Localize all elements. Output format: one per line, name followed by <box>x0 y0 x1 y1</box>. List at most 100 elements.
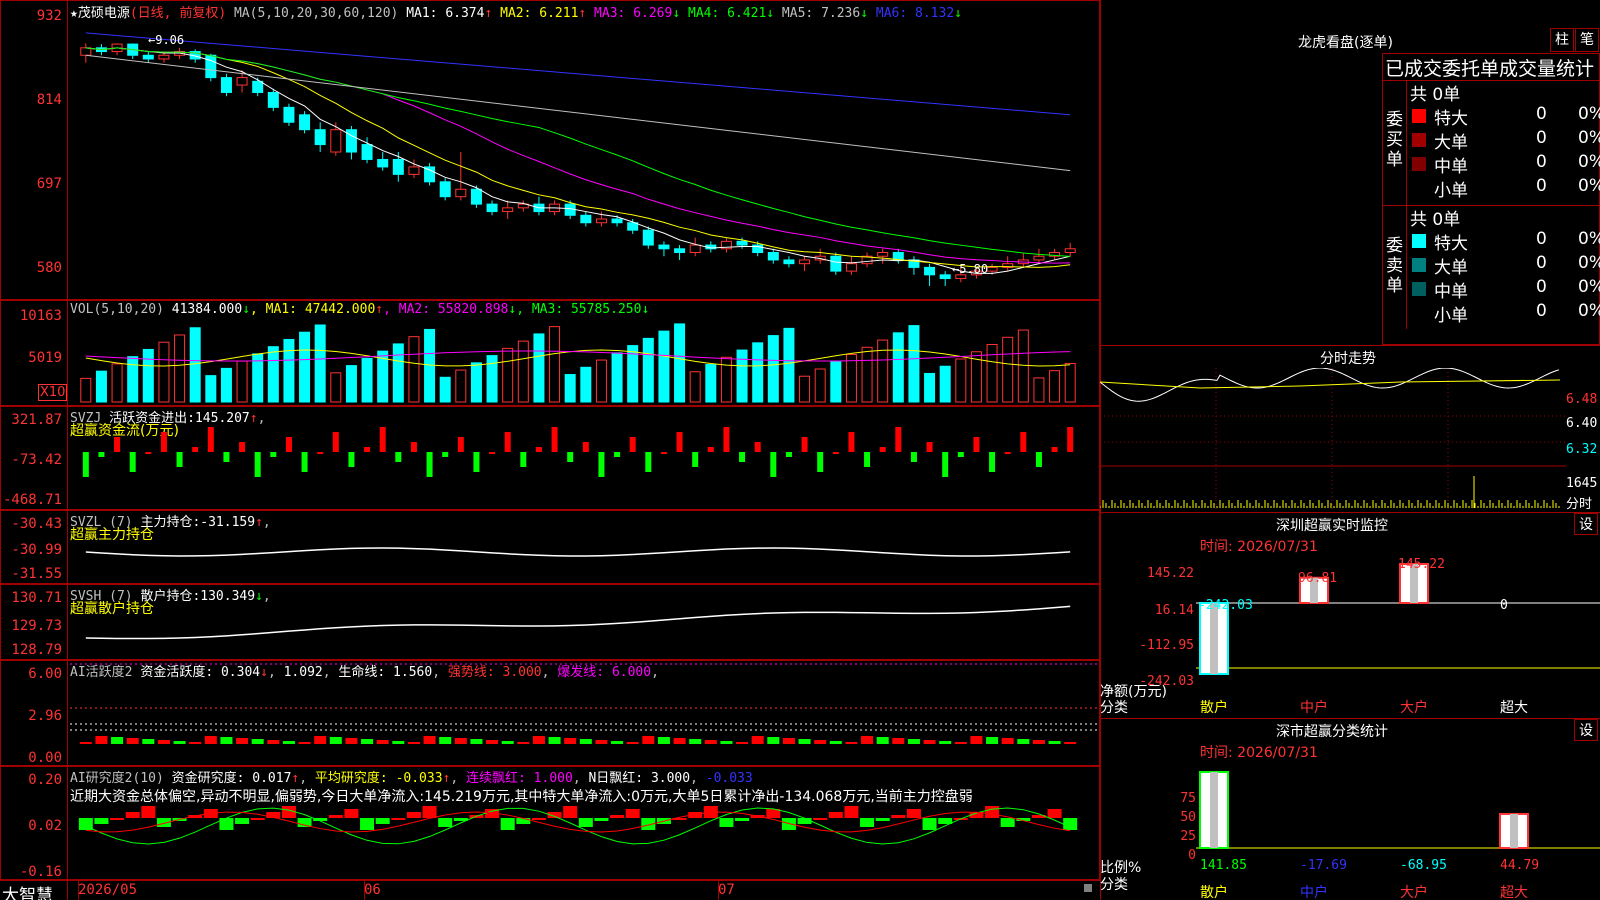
fund-flow-bar <box>520 452 527 467</box>
research-bar <box>375 818 390 824</box>
candle-body <box>299 114 311 131</box>
order-count: 0 <box>1536 152 1547 172</box>
research-bar <box>735 818 750 821</box>
activity-bar <box>579 739 592 744</box>
monitor-settings-button[interactable]: 设 <box>1574 513 1598 535</box>
ai-active-chart[interactable] <box>70 662 1098 764</box>
svzl-y-label: -31.55 <box>11 566 62 582</box>
svsh-y-label: 128.79 <box>11 642 62 658</box>
color-swatch-icon <box>1412 109 1426 123</box>
price-y-label: 697 <box>36 176 62 192</box>
fund-flow-bar <box>395 452 402 462</box>
order-pct: 0% <box>1578 229 1600 249</box>
color-swatch-icon <box>1412 157 1426 171</box>
dragon-title: 龙虎看盘(逐单) <box>1298 35 1393 51</box>
volume-bar <box>799 375 811 403</box>
volume-chart[interactable] <box>70 318 1098 404</box>
order-pct: 0% <box>1578 152 1600 172</box>
fund-flow-bar <box>739 452 746 462</box>
monitor-y-label: 16.14 <box>1154 603 1194 618</box>
order-type: 中单 <box>1434 157 1468 177</box>
svzl-chart[interactable] <box>70 512 1098 582</box>
monitor-chart[interactable] <box>1196 560 1600 682</box>
ma-legend-label: MA4: <box>680 6 728 21</box>
research-bar <box>844 806 859 818</box>
svsh-chart[interactable] <box>70 588 1098 658</box>
ma-legend-value: 6.374 <box>445 6 485 21</box>
activity-bar <box>267 740 280 744</box>
research-bar <box>438 818 453 827</box>
fund-flow-bar <box>176 452 183 467</box>
ai-research-y-label: 0.02 <box>28 818 62 834</box>
tick-view-button[interactable]: 笔 <box>1575 28 1599 52</box>
monitor-cat: 散户 <box>1200 700 1228 716</box>
fund-flow-bar <box>1051 447 1058 452</box>
activity-bar <box>486 740 499 744</box>
vol-legend: VOL(5,10,20) 41384.000↓, MA1: 47442.000↑… <box>70 302 649 317</box>
fund-flow-bar <box>1020 432 1027 452</box>
ma-legend-arrow: ↓ <box>672 6 681 21</box>
ai-n-value: 3.000 <box>650 771 691 786</box>
research-line <box>85 807 1071 845</box>
candlestick-chart[interactable] <box>70 20 1098 298</box>
volume-bar <box>174 334 186 403</box>
fund-flow-bar <box>239 442 246 452</box>
classify-bar-shade <box>1510 813 1518 848</box>
fund-flow-bar <box>567 452 574 462</box>
intraday-vol-label: 1645 <box>1566 476 1598 491</box>
volume-bar <box>845 354 857 403</box>
volume-bar <box>861 346 873 403</box>
fund-flow-bar <box>614 452 621 457</box>
star-icon[interactable]: ★ <box>70 6 78 21</box>
fund-flow-bar <box>160 432 167 452</box>
fund-flow-bar <box>848 432 855 452</box>
intraday-chart[interactable] <box>1100 368 1566 510</box>
activity-bar <box>954 742 967 744</box>
activity-bar <box>798 739 811 744</box>
fund-flow-bar <box>817 452 824 472</box>
volume-bar <box>314 324 326 403</box>
volume-bar <box>1002 336 1014 403</box>
ai-research-chart[interactable] <box>70 806 1098 878</box>
high-marker-value: 9.06 <box>155 33 185 47</box>
intraday-y-label: 6.48 <box>1566 392 1598 407</box>
order-type: 小单 <box>1434 306 1468 326</box>
candle-body <box>158 54 170 60</box>
stock-name: 茂硕电源 <box>77 6 130 21</box>
volume-bar <box>392 343 404 403</box>
fund-flow-bar <box>879 447 886 452</box>
vol-ma-value: 55820.898 <box>437 302 509 317</box>
classify-chart[interactable] <box>1196 770 1600 860</box>
volume-bar <box>158 341 170 403</box>
vol-ma-label: , MA1: <box>250 302 305 317</box>
fund-flow-bar <box>223 452 230 462</box>
fund-flow-bar <box>864 452 871 467</box>
candle-body <box>377 158 389 168</box>
order-type: 特大 <box>1434 234 1468 254</box>
lock-icon[interactable] <box>1084 884 1092 892</box>
research-bar <box>406 812 421 818</box>
ma-legend-arrow: ↓ <box>766 6 775 21</box>
brand-label[interactable]: 大智慧 <box>2 881 53 900</box>
activity-bar <box>829 741 842 744</box>
monitor-value-big: 145.22 <box>1398 557 1445 572</box>
activity-bar <box>626 742 639 744</box>
bar-view-button[interactable]: 柱 <box>1550 28 1574 52</box>
stock-mode[interactable]: (日线, 前复权) <box>130 6 226 21</box>
classify-settings-button[interactable]: 设 <box>1574 719 1598 741</box>
vol-ma-label: , MA2: <box>383 302 438 317</box>
ma-legend-label: MA1: <box>406 6 446 21</box>
activity-bar <box>595 740 608 744</box>
activity-bar <box>923 740 936 744</box>
volume-bar <box>595 359 607 403</box>
order-pct: 0% <box>1578 301 1600 321</box>
candle-body <box>283 106 295 123</box>
ai-last-value: -0.033 <box>705 771 753 786</box>
vol-unit[interactable]: X10 <box>38 384 68 401</box>
svzj-chart[interactable] <box>70 408 1098 508</box>
ai-comment: 近期大资金总体偏空,异动不明显,偏弱势,今日大单净流入:145.219万元,其中… <box>70 789 973 805</box>
candle-body <box>470 188 482 205</box>
volume-bar <box>611 352 623 403</box>
volume-bar <box>220 367 232 403</box>
fund-flow-bar <box>207 427 214 452</box>
